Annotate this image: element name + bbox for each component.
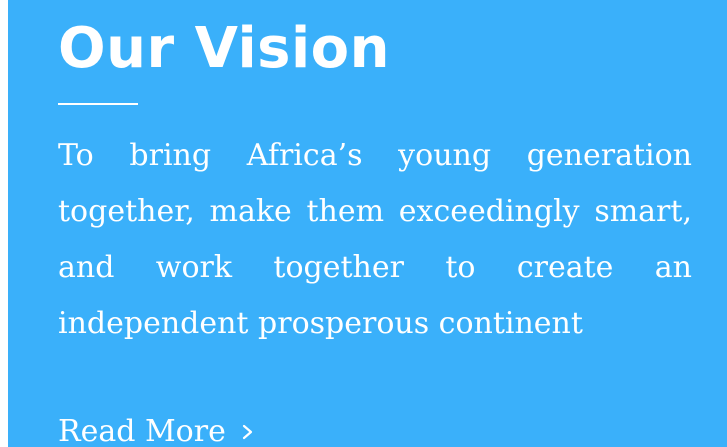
read-more-link[interactable]: Read More — [58, 404, 256, 447]
read-more-label: Read More — [58, 414, 226, 447]
title-divider — [58, 103, 138, 105]
vision-card: Our Vision To bring Africa’s young gener… — [8, 0, 727, 447]
vision-statement: To bring Africa’s young generation toget… — [58, 138, 692, 341]
chevron-right-icon — [242, 424, 252, 440]
section-title: Our Vision — [58, 16, 391, 81]
